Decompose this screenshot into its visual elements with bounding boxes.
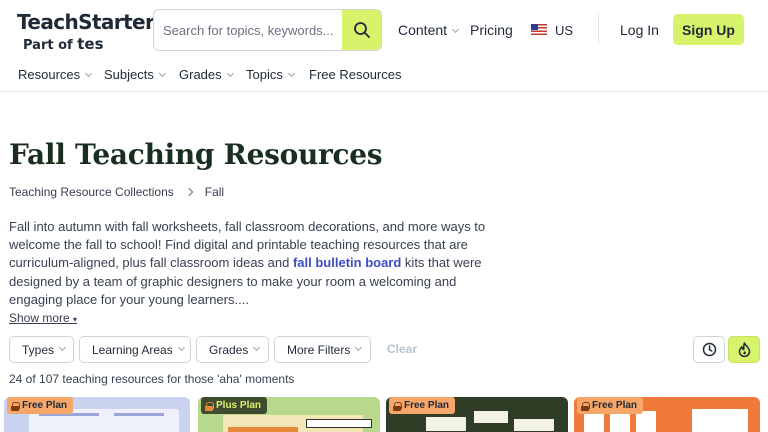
subnav-free-resources[interactable]: Free Resources: [309, 67, 401, 82]
resource-card[interactable]: Free Plan: [386, 397, 568, 432]
search-button[interactable]: [342, 10, 381, 50]
subnav-subjects[interactable]: Subjects: [104, 67, 166, 82]
filter-grades[interactable]: Grades: [196, 336, 269, 363]
thumbnail-card: [426, 417, 466, 431]
plan-badge: Free Plan: [389, 397, 456, 414]
filter-learning-areas[interactable]: Learning Areas: [79, 336, 191, 363]
signup-button[interactable]: Sign Up: [673, 14, 744, 45]
lock-icon: [11, 401, 20, 411]
thumbnail-card: [514, 419, 554, 431]
us-flag-icon[interactable]: [531, 24, 547, 35]
logo-subline: Part of tes: [23, 35, 154, 53]
logo-sub-prefix: Part of: [23, 38, 73, 53]
fall-bulletin-board-link[interactable]: fall bulletin board: [293, 255, 401, 270]
filter-label: More Filters: [287, 342, 351, 357]
subnav-topics[interactable]: Topics: [246, 67, 295, 82]
filter-types[interactable]: Types: [9, 336, 74, 363]
chevron-down-icon: [226, 69, 234, 78]
lock-icon: [393, 401, 402, 411]
search-icon: [353, 22, 370, 38]
sort-recent-button[interactable]: [693, 336, 725, 363]
show-more-link[interactable]: Show more ▾: [9, 311, 77, 325]
subnav-resources[interactable]: Resources: [18, 67, 93, 82]
thumbnail-tile: [610, 411, 630, 432]
breadcrumb-collections[interactable]: Teaching Resource Collections: [9, 185, 174, 199]
results-count: 24 of 107 teaching resources for those '…: [9, 372, 295, 386]
breadcrumb: Teaching Resource Collections Fall: [9, 185, 224, 199]
chevron-down-icon: [452, 25, 460, 34]
page-title: Fall Teaching Resources: [9, 138, 383, 171]
filter-more[interactable]: More Filters: [274, 336, 371, 363]
subnav-label: Topics: [246, 67, 283, 82]
resource-card[interactable]: Free Plan: [574, 397, 760, 432]
dot-icon: ▾: [73, 315, 78, 324]
nav-content-label: Content: [398, 22, 448, 38]
subnav-grades[interactable]: Grades: [179, 67, 234, 82]
nav-divider: [598, 14, 599, 44]
chevron-down-icon: [355, 343, 363, 352]
flame-icon: [738, 342, 750, 357]
plan-badge: Plus Plan: [201, 397, 268, 414]
subnav-label: Resources: [18, 67, 81, 82]
thumbnail-card: [474, 411, 508, 423]
plan-badge: Free Plan: [577, 397, 644, 414]
sort-popular-button[interactable]: [728, 336, 760, 363]
resource-card[interactable]: Plus Plan: [198, 397, 380, 432]
login-link[interactable]: Log In: [620, 22, 659, 38]
filter-label: Types: [22, 342, 55, 357]
thumbnail-panel: [692, 409, 748, 432]
resource-card[interactable]: Free Plan: [4, 397, 190, 432]
tes-brand: tes: [77, 35, 104, 53]
thumbnail-tile: [584, 411, 604, 432]
badge-label: Plus Plan: [216, 400, 262, 411]
badge-label: Free Plan: [404, 400, 450, 411]
search-bar: [153, 9, 382, 51]
thumbnail-tile: [636, 411, 656, 432]
filter-label: Learning Areas: [92, 342, 173, 357]
thumbnail-line: [114, 413, 164, 416]
thumbnail-strip: [228, 427, 298, 432]
page-description: Fall into autumn with fall worksheets, f…: [9, 218, 495, 309]
lock-icon: [205, 401, 214, 411]
nav-pricing[interactable]: Pricing: [470, 22, 513, 38]
plan-badge: Free Plan: [7, 397, 74, 414]
chevron-down-icon: [85, 69, 93, 78]
chevron-down-icon: [287, 69, 295, 78]
chevron-down-icon: [158, 69, 166, 78]
show-more-label: Show more: [9, 311, 70, 325]
clock-icon: [702, 342, 716, 357]
chevron-down-icon: [253, 343, 261, 352]
subnav-label: Grades: [179, 67, 222, 82]
nav-content[interactable]: Content: [398, 22, 460, 38]
badge-label: Free Plan: [22, 400, 68, 411]
filter-label: Grades: [209, 342, 249, 357]
clear-filters-button[interactable]: Clear: [387, 342, 417, 356]
breadcrumb-current: Fall: [204, 185, 225, 199]
lock-icon: [581, 401, 590, 411]
search-input[interactable]: [154, 10, 344, 50]
badge-label: Free Plan: [592, 400, 638, 411]
chevron-down-icon: [58, 343, 67, 352]
region-selector[interactable]: US: [555, 23, 573, 38]
thumbnail-title-block: [306, 419, 372, 428]
chevron-right-icon: [184, 187, 194, 197]
site-header: TeachStarter Part of tes Content Pricing…: [0, 0, 768, 92]
chevron-down-icon: [177, 343, 185, 352]
subnav-label: Subjects: [104, 67, 154, 82]
teachstarter-logo[interactable]: TeachStarter Part of tes: [17, 10, 155, 53]
logo-wordmark: TeachStarter: [17, 10, 155, 34]
